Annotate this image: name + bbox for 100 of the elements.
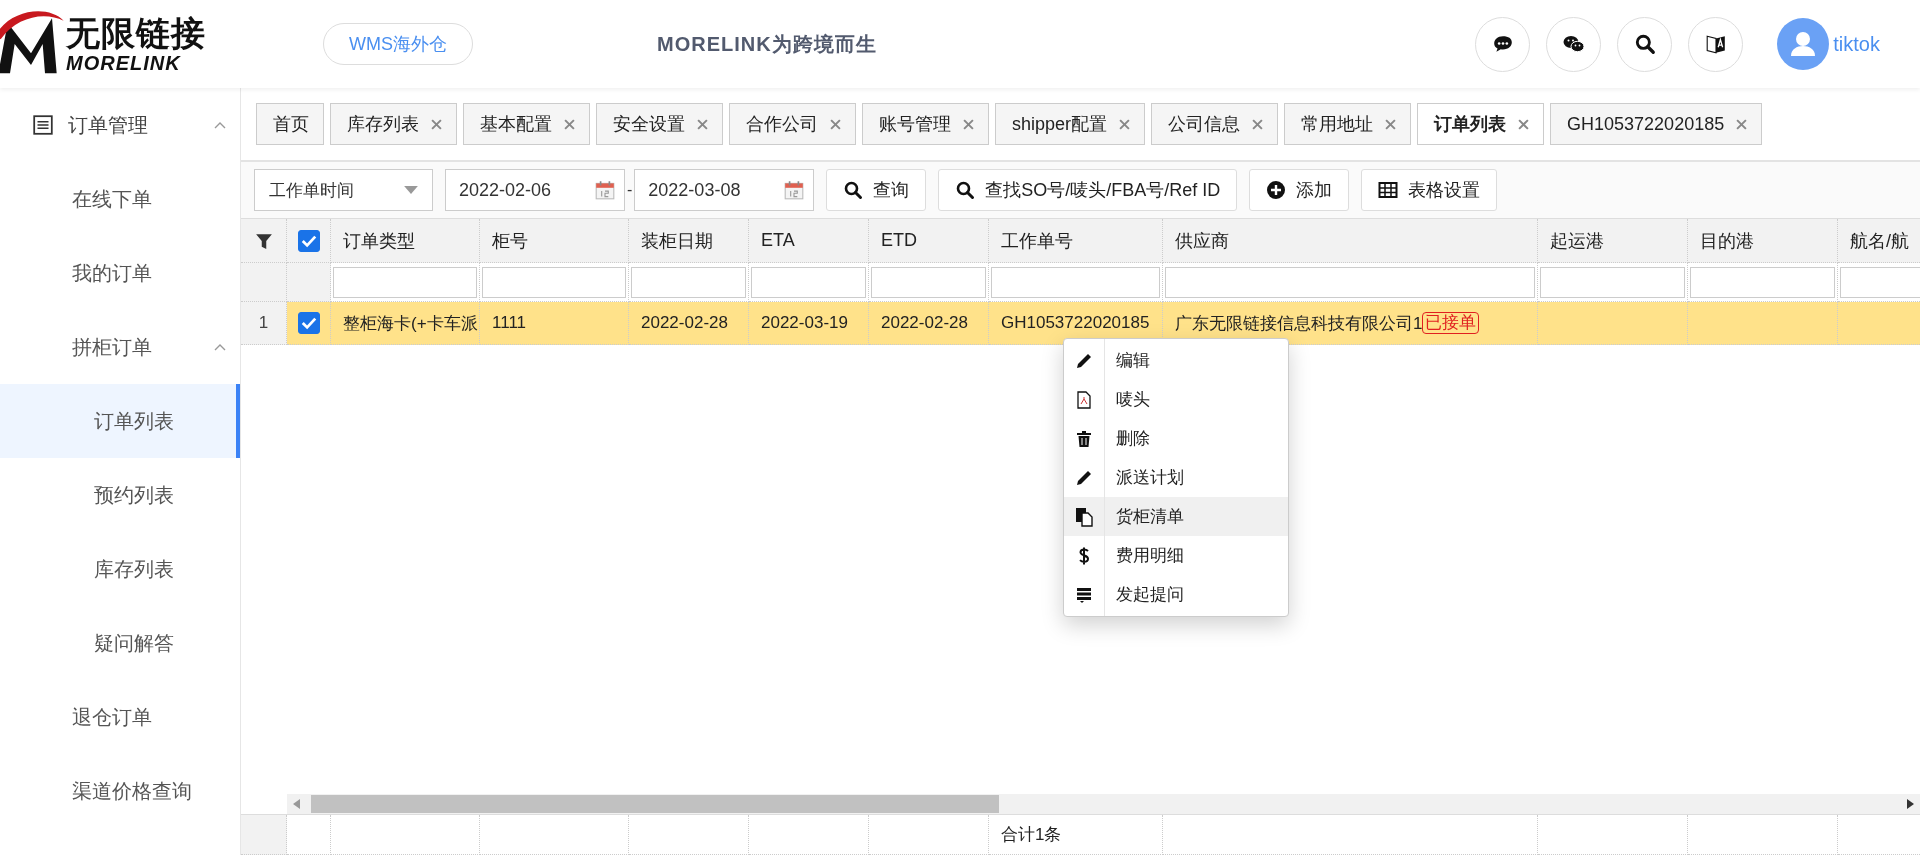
filter-field[interactable]: [333, 266, 477, 298]
sidebar-item[interactable]: 拼柜订单: [0, 310, 240, 384]
menu-item[interactable]: 删除: [1064, 419, 1288, 458]
filter-field[interactable]: [1165, 266, 1535, 298]
search-icon: [1633, 33, 1656, 55]
range-separator: -: [627, 181, 633, 199]
checkbox[interactable]: [297, 229, 320, 252]
plus-circle-icon: [1266, 180, 1287, 200]
filter-field[interactable]: [1540, 266, 1685, 298]
close-icon[interactable]: [697, 118, 708, 130]
tab[interactable]: 账号管理: [862, 103, 989, 145]
sidebar-item[interactable]: 预约列表: [0, 458, 240, 532]
date-field[interactable]: 2022-03-08: [634, 169, 815, 211]
column-header[interactable]: 起运港: [1538, 219, 1688, 263]
table-cell: 1111: [480, 302, 629, 345]
slogan: MORELINK为跨境而生: [657, 31, 877, 57]
filter-field[interactable]: [631, 266, 746, 298]
close-icon[interactable]: [1252, 118, 1264, 130]
menu-item[interactable]: 唛头: [1064, 380, 1288, 419]
filter-field[interactable]: [1690, 266, 1835, 298]
scroll-right-icon[interactable]: [1906, 799, 1914, 809]
column-header[interactable]: ETD: [869, 219, 989, 263]
scrollbar-thumb[interactable]: [311, 795, 999, 813]
tab[interactable]: 安全设置: [596, 103, 723, 145]
logo-name: MORELINK: [66, 52, 182, 73]
calendar-icon: [594, 179, 616, 201]
close-icon[interactable]: [963, 118, 974, 130]
tab[interactable]: 库存列表: [330, 103, 457, 145]
tab[interactable]: shipper配置: [995, 103, 1146, 145]
copy-icon: [1074, 506, 1094, 527]
row-number: 1: [241, 302, 287, 345]
column-header[interactable]: 柜号: [480, 219, 629, 263]
column-header[interactable]: 工作单号: [989, 219, 1163, 263]
user-avatar[interactable]: [1777, 18, 1830, 70]
table-cell: [287, 815, 331, 855]
checkbox[interactable]: [297, 312, 320, 334]
table-cell: 整柜海卡(+卡车派: [331, 302, 480, 345]
trash-icon: [1074, 428, 1094, 449]
close-icon[interactable]: [1736, 118, 1748, 130]
sidebar-item[interactable]: 订单管理: [0, 88, 240, 162]
tab[interactable]: 合作公司: [729, 103, 856, 145]
column-header[interactable]: 目的港: [1688, 219, 1838, 263]
sidebar-item[interactable]: 我的订单: [0, 236, 240, 310]
tab[interactable]: 公司信息: [1151, 103, 1279, 145]
chat-icon: [1491, 33, 1514, 55]
calendar-icon: [783, 179, 806, 201]
status-badge: 已接单: [1422, 312, 1480, 334]
sidebar-item[interactable]: 库存列表: [0, 532, 240, 606]
filter-field[interactable]: [991, 266, 1160, 298]
logo-name: 无限链接: [66, 15, 206, 50]
sidebar-item[interactable]: 在线下单: [0, 162, 240, 236]
scroll-left-icon[interactable]: [293, 799, 301, 809]
column-header[interactable]: 航名/航: [1838, 219, 1920, 263]
filter-field[interactable]: [482, 266, 626, 298]
search-button[interactable]: 查询: [826, 169, 927, 211]
filter-field[interactable]: [751, 266, 866, 298]
tab[interactable]: 订单列表: [1417, 103, 1545, 145]
close-icon[interactable]: [830, 118, 841, 130]
close-icon[interactable]: [1518, 118, 1530, 130]
tab[interactable]: 首页: [256, 103, 324, 145]
menu-item[interactable]: 发起提问: [1064, 575, 1288, 614]
search-icon: [843, 180, 864, 200]
column-header[interactable]: 供应商: [1163, 219, 1538, 263]
tab[interactable]: 常用地址: [1284, 103, 1412, 145]
close-icon[interactable]: [431, 118, 442, 130]
dropdown-icon: [404, 186, 418, 194]
search-icon: [955, 180, 976, 200]
sidebar-item[interactable]: 退仓订单: [0, 680, 240, 754]
filter-field[interactable]: [871, 266, 986, 298]
horizontal-scrollbar[interactable]: [287, 794, 1920, 814]
table-row[interactable]: 1 整柜海卡(+卡车派 1111 2022-02-28 2022-03-19 2022-02-28 GH1053722020185 广东无限链接信息科技有限公司1 已接单: [241, 302, 1920, 345]
close-icon[interactable]: [1385, 118, 1397, 130]
add-button[interactable]: 添加: [1249, 169, 1350, 211]
menu-item[interactable]: 费用明细: [1064, 536, 1288, 575]
close-icon[interactable]: [564, 118, 575, 130]
menu-item[interactable]: 派送计划: [1064, 458, 1288, 497]
column-header[interactable]: 订单类型: [331, 219, 480, 263]
menu-item[interactable]: 货柜清单: [1064, 497, 1288, 536]
wechat-icon: [1562, 33, 1585, 55]
sidebar-item[interactable]: 疑问解答: [0, 606, 240, 680]
list-icon: [32, 114, 54, 136]
pdf-file-icon: [1074, 389, 1094, 410]
translate-icon: [1704, 33, 1727, 55]
column-header[interactable]: 装柜日期: [629, 219, 749, 263]
tab[interactable]: 基本配置: [463, 103, 590, 145]
total-count: 合计1条: [989, 815, 1163, 855]
filter-icon[interactable]: [254, 231, 273, 250]
table-cell: 2022-03-19: [749, 302, 869, 345]
sidebar-item[interactable]: 订单列表: [0, 384, 240, 458]
search-button[interactable]: 查找SO号/唛头/FBA号/Ref ID: [938, 169, 1238, 211]
table-cell: 2022-02-28: [869, 302, 989, 345]
table-icon: [1378, 180, 1399, 200]
date-type-select[interactable]: 工作单时间: [254, 169, 433, 211]
sidebar-item[interactable]: 渠道价格查询: [0, 754, 240, 828]
table-settings-button[interactable]: 表格设置: [1361, 169, 1498, 211]
supplier-name: 广东无限链接信息科技有限公司1: [1175, 312, 1423, 335]
close-icon[interactable]: [1119, 118, 1131, 130]
tab[interactable]: GH1053722020185: [1550, 103, 1763, 145]
date-field[interactable]: 2022-02-06: [445, 169, 625, 211]
column-header[interactable]: ETA: [749, 219, 869, 263]
